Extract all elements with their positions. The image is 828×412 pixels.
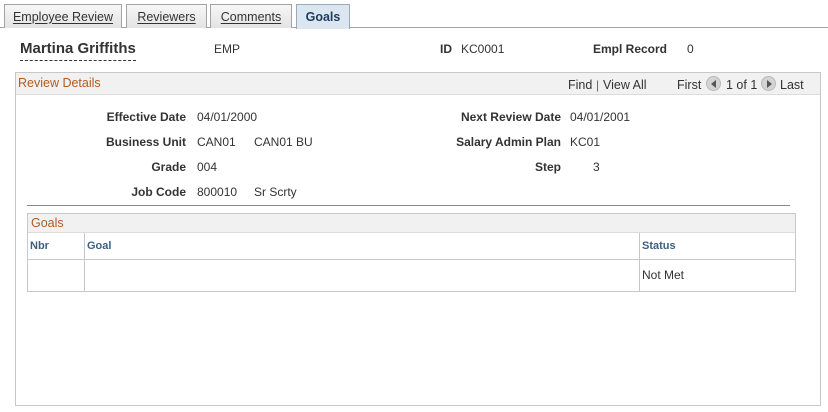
goal-row-nbr: [28, 260, 84, 291]
goal-row-status: Not Met: [642, 268, 685, 282]
tab-comments[interactable]: Comments: [210, 4, 292, 28]
section-divider: [27, 205, 790, 206]
last-link[interactable]: Last: [780, 78, 804, 92]
id-value: KC0001: [461, 42, 505, 56]
view-all-link[interactable]: View All: [603, 78, 647, 92]
business-unit-value: CAN01: [197, 135, 236, 149]
grade-value: 004: [197, 160, 218, 174]
job-code-description: Sr Scrty: [254, 185, 297, 199]
review-details-header: Review Details Find | View All First 1 o…: [16, 73, 820, 95]
pager-text: 1 of 1: [726, 78, 758, 92]
previous-arrow-icon[interactable]: [706, 76, 721, 91]
step-value: 3: [593, 160, 600, 174]
next-review-date-label: Next Review Date: [460, 110, 561, 124]
job-code-label: Job Code: [131, 185, 186, 199]
step-label: Step: [534, 160, 561, 174]
business-unit-label: Business Unit: [105, 135, 186, 149]
tab-reviewers[interactable]: Reviewers: [126, 4, 207, 28]
goals-grid-title-bar: Goals: [28, 214, 795, 233]
next-review-date-value: 04/01/2001: [570, 110, 631, 124]
salary-admin-plan-value: KC01: [570, 135, 601, 149]
goal-row-goal: [85, 260, 639, 291]
empl-record-label: Empl Record: [593, 42, 668, 56]
effective-date-label: Effective Date: [106, 110, 186, 124]
find-link[interactable]: Find: [568, 78, 592, 92]
nav-separator: |: [596, 78, 600, 92]
goals-grid-header: Nbr Goal Status: [28, 233, 795, 260]
review-details-title: Review Details: [18, 76, 101, 90]
tab-reviewers-label: Reviewers: [137, 9, 196, 24]
tab-baseline: [0, 27, 828, 28]
effective-date-value: 04/01/2000: [197, 110, 258, 124]
tab-bar: Employee Review Reviewers Comments Goals: [0, 0, 828, 29]
column-header-status: Status: [642, 240, 676, 252]
column-header-nbr: Nbr: [30, 240, 49, 252]
empl-record-value: 0: [687, 42, 694, 56]
next-arrow-icon[interactable]: [761, 76, 776, 91]
employee-type: EMP: [214, 42, 241, 56]
salary-admin-plan-label: Salary Admin Plan: [456, 135, 561, 149]
business-unit-description: CAN01 BU: [254, 135, 313, 149]
tab-employee-review[interactable]: Employee Review: [4, 4, 122, 28]
job-code-value: 800010: [197, 185, 238, 199]
grade-label: Grade: [151, 160, 186, 174]
tab-employee-review-label: Employee Review: [12, 9, 114, 24]
employee-name: Martina Griffiths: [20, 40, 136, 61]
goals-grid-title: Goals: [31, 216, 64, 230]
tab-goals-label: Goals: [305, 10, 341, 24]
tab-goals[interactable]: Goals: [296, 4, 350, 29]
column-header-goal: Goal: [87, 240, 112, 252]
first-link[interactable]: First: [677, 78, 701, 92]
id-label: ID: [440, 42, 452, 56]
tab-comments-label: Comments: [220, 9, 282, 24]
goals-grid: Goals Nbr Goal Status Not Met: [27, 213, 796, 292]
